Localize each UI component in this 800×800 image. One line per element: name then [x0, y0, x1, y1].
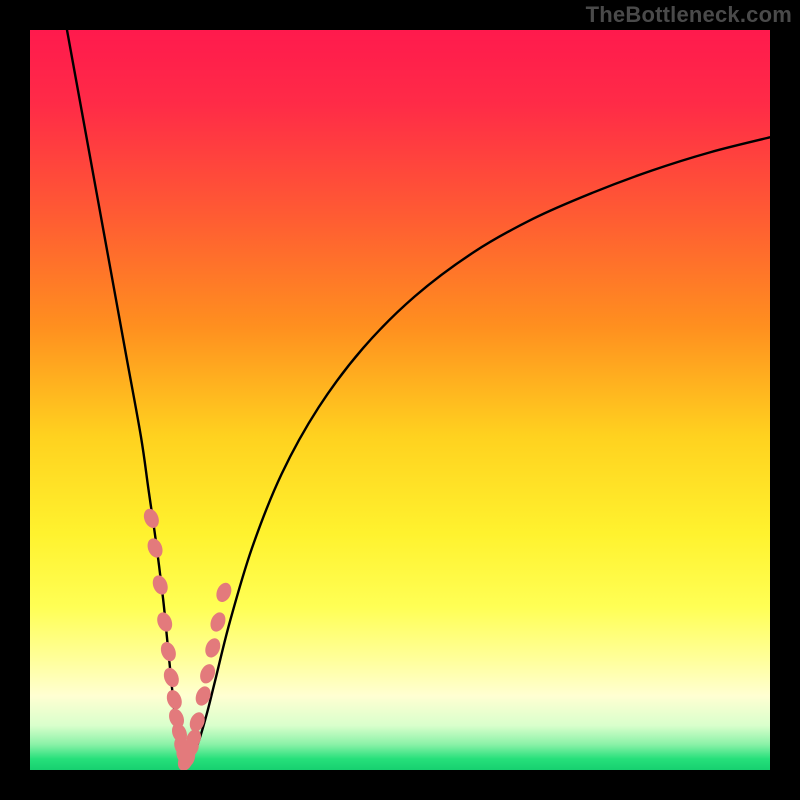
curve-right-branch [185, 137, 770, 768]
marker-dot [150, 573, 170, 597]
marker-dot [158, 640, 178, 664]
chart-frame: TheBottleneck.com [0, 0, 800, 800]
marker-dot [154, 610, 174, 634]
plot-area [30, 30, 770, 770]
marker-dot [214, 581, 234, 605]
marker-group [141, 507, 234, 770]
marker-dot [208, 610, 228, 634]
marker-dot [141, 507, 161, 531]
marker-dot [187, 710, 207, 734]
marker-dot [164, 688, 184, 712]
watermark-text: TheBottleneck.com [586, 2, 792, 28]
marker-dot [145, 536, 165, 560]
marker-dot [161, 666, 181, 690]
curve-layer [30, 30, 770, 770]
